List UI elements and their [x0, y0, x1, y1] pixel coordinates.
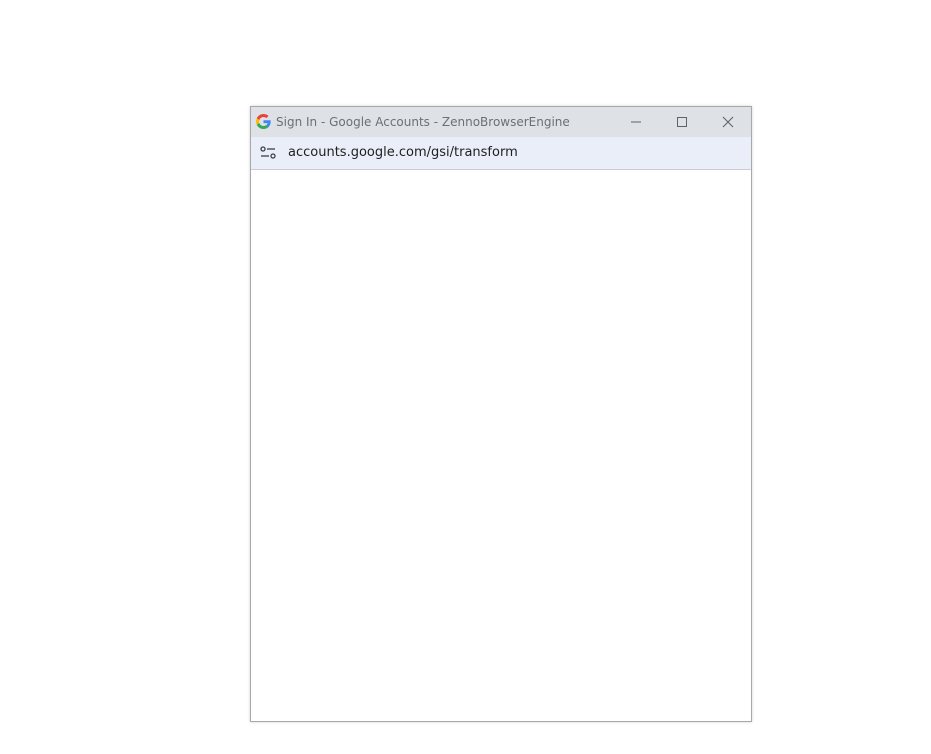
minimize-button[interactable]: [613, 107, 659, 137]
close-button[interactable]: [705, 107, 751, 137]
address-bar[interactable]: accounts.google.com/gsi/transform: [251, 137, 751, 170]
title-bar[interactable]: Sign In - Google Accounts - ZennoBrowser…: [251, 107, 751, 137]
popup-window: Sign In - Google Accounts - ZennoBrowser…: [250, 106, 752, 722]
page-content: [251, 170, 751, 721]
window-title: Sign In - Google Accounts - ZennoBrowser…: [276, 115, 570, 129]
google-g-icon: [256, 114, 271, 129]
maximize-button[interactable]: [659, 107, 705, 137]
site-info-icon[interactable]: [260, 146, 276, 160]
maximize-icon: [677, 117, 687, 127]
url-text[interactable]: accounts.google.com/gsi/transform: [288, 137, 518, 169]
close-icon: [722, 116, 734, 128]
minimize-icon: [631, 121, 641, 123]
